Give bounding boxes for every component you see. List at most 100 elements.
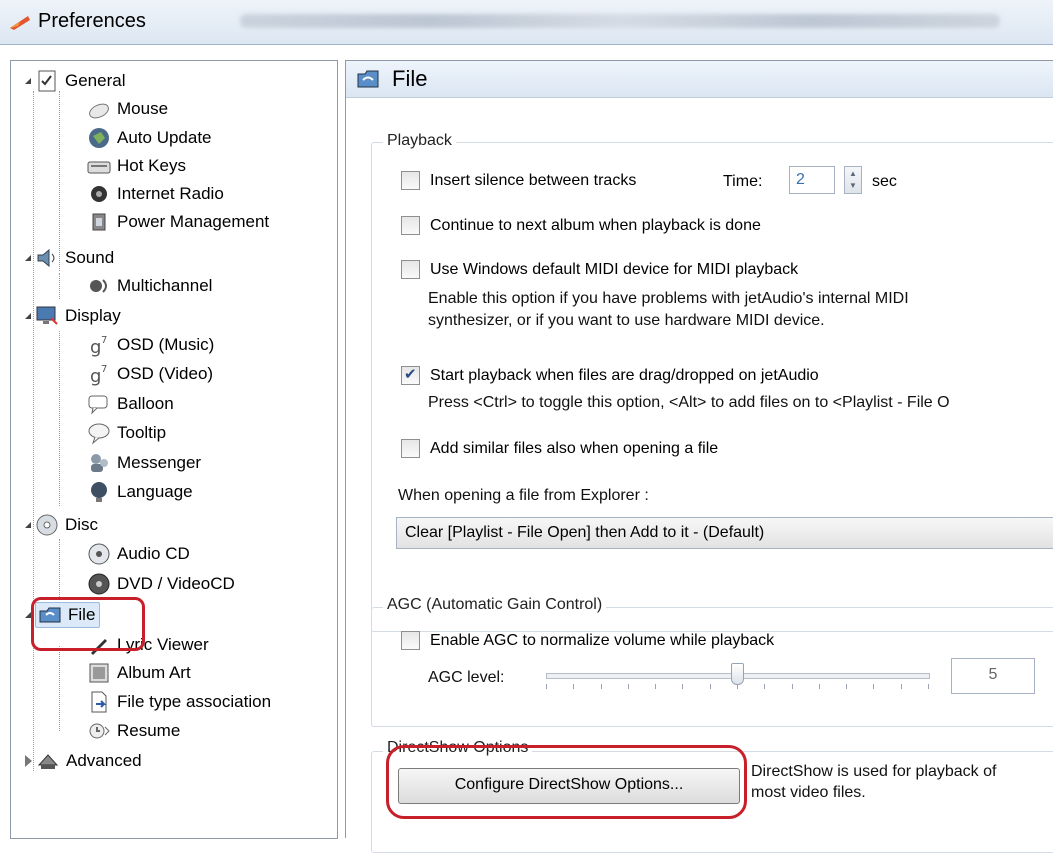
speech-balloon-icon: [88, 395, 108, 415]
tree-item-power-management[interactable]: Power Management: [87, 208, 269, 236]
tree-item-label: Resume: [117, 721, 181, 740]
directshow-description-line-2: most video files.: [751, 784, 866, 801]
slider-tick: [764, 684, 766, 689]
checkbox-box[interactable]: [401, 631, 420, 650]
tree-item-label: General: [65, 71, 126, 90]
tooltip-icon: [88, 423, 110, 445]
file-folder-icon: [357, 70, 379, 88]
tree-item-hot-keys[interactable]: Hot Keys: [87, 152, 186, 180]
agc-level-label: AGC level:: [428, 669, 505, 686]
checkbox-label: Continue to next album when playback is …: [430, 216, 761, 234]
agc-level-value[interactable]: 5: [951, 658, 1035, 694]
midi-note-line-2: synthesizer, or if you want to use hardw…: [428, 312, 825, 329]
expand-arrow-icon[interactable]: [25, 522, 31, 528]
tree-item-internet-radio[interactable]: Internet Radio: [87, 180, 224, 208]
checkbox-box[interactable]: [401, 439, 420, 458]
album-art-icon: [89, 663, 109, 683]
tree-item-auto-update[interactable]: Auto Update: [87, 124, 212, 152]
time-spinner-input[interactable]: 2: [789, 166, 835, 194]
tree-item-resume[interactable]: Resume: [87, 717, 180, 745]
tree-item-dvd-videocd[interactable]: DVD / VideoCD: [87, 570, 235, 598]
slider-tick: [791, 684, 793, 689]
tree-item-disc[interactable]: Disc: [25, 511, 98, 539]
agc-slider-thumb[interactable]: [731, 663, 744, 685]
expand-arrow-icon[interactable]: [25, 78, 31, 84]
slider-tick: [627, 684, 629, 689]
tree-item-label: Balloon: [117, 394, 174, 413]
time-label: Time:: [723, 173, 763, 190]
speaker-icon: [37, 248, 55, 268]
globe-update-icon: [89, 128, 109, 148]
tree-item-multichannel[interactable]: Multichannel: [87, 272, 212, 300]
tree-connector: [59, 273, 60, 299]
power-plug-icon: [92, 213, 106, 231]
tree-item-osd-music[interactable]: g7 OSD (Music): [87, 331, 214, 359]
midi-note-line-1: Enable this option if you have problems …: [428, 290, 909, 307]
agc-group-label: AGC (Automatic Gain Control): [383, 596, 607, 614]
tree-item-display[interactable]: Display: [25, 302, 121, 330]
file-association-icon: [91, 691, 107, 713]
tree-item-label: Tooltip: [117, 423, 167, 442]
expand-arrow-icon[interactable]: [25, 255, 31, 261]
start-on-drop-checkbox[interactable]: Start playback when files are drag/dropp…: [401, 365, 819, 385]
settings-panel: File Playback Insert silence between tra…: [345, 60, 1053, 853]
explorer-open-dropdown[interactable]: Clear [Playlist - File Open] then Add to…: [396, 517, 1053, 549]
tree-item-label: Mouse: [117, 99, 169, 118]
resume-icon: [89, 723, 110, 739]
slider-tick: [873, 684, 875, 689]
slider-tick: [682, 684, 684, 689]
tree-item-label: Language: [117, 482, 193, 501]
tree-item-general[interactable]: General: [25, 67, 125, 95]
checklist-icon: [38, 70, 56, 92]
add-similar-files-checkbox[interactable]: Add similar files also when opening a fi…: [401, 439, 718, 458]
tree-item-label: Advanced: [66, 751, 142, 770]
tree-item-audio-cd[interactable]: Audio CD: [87, 540, 190, 568]
tree-item-tooltip[interactable]: Tooltip: [87, 419, 166, 447]
expand-arrow-icon[interactable]: [25, 313, 31, 319]
messenger-icon: [91, 454, 108, 472]
tree-item-messenger[interactable]: Messenger: [87, 449, 201, 477]
checkbox-box[interactable]: [401, 365, 420, 385]
tree-item-sound[interactable]: Sound: [25, 244, 114, 272]
surround-speakers-icon: [90, 279, 107, 293]
spin-down-icon[interactable]: ▼: [849, 181, 857, 190]
checkbox-box[interactable]: [401, 216, 420, 235]
slider-tick: [573, 684, 575, 689]
time-unit-label: sec: [872, 173, 897, 190]
insert-silence-checkbox[interactable]: Insert silence between tracks: [401, 171, 636, 190]
windows-midi-checkbox[interactable]: Use Windows default MIDI device for MIDI…: [401, 260, 798, 279]
checkbox-box[interactable]: [401, 171, 420, 190]
tree-item-balloon[interactable]: Balloon: [87, 390, 174, 418]
tree-item-osd-video[interactable]: g7 OSD (Video): [87, 360, 213, 388]
advanced-icon: [37, 754, 59, 769]
enable-agc-checkbox[interactable]: Enable AGC to normalize volume while pla…: [401, 631, 774, 650]
osd-icon: g7: [90, 364, 107, 386]
svg-text:7: 7: [101, 335, 107, 346]
file-highlight-annotation: [31, 597, 145, 651]
tree-item-album-art[interactable]: Album Art: [87, 659, 191, 687]
time-spinner-buttons[interactable]: ▲ ▼: [844, 166, 862, 194]
preferences-tree[interactable]: General Mouse Auto Update Hot Keys Inter…: [10, 60, 338, 839]
tree-item-label: Album Art: [117, 663, 191, 682]
tree-connector: [59, 539, 60, 597]
tree-item-advanced[interactable]: Advanced: [25, 747, 142, 775]
tree-item-label: Display: [65, 306, 121, 325]
slider-tick: [737, 684, 738, 689]
spin-up-icon[interactable]: ▲: [849, 169, 857, 178]
globe-icon: [91, 482, 107, 502]
svg-text:7: 7: [101, 364, 107, 375]
continue-next-album-checkbox[interactable]: Continue to next album when playback is …: [401, 216, 761, 235]
tree-connector: [33, 91, 34, 771]
monitor-icon: [36, 306, 58, 325]
tree-item-file-type-association[interactable]: File type association: [87, 688, 271, 716]
playback-group-label: Playback: [383, 132, 456, 150]
tree-item-mouse[interactable]: Mouse: [87, 95, 168, 123]
checkbox-box[interactable]: [401, 260, 420, 279]
keyboard-icon: [87, 161, 111, 174]
tree-item-label: DVD / VideoCD: [117, 574, 235, 593]
slider-tick: [655, 684, 657, 689]
tree-connector: [59, 331, 60, 506]
tree-item-language[interactable]: Language: [87, 478, 193, 506]
slider-tick: [600, 684, 602, 689]
collapsed-arrow-icon[interactable]: [25, 755, 32, 767]
